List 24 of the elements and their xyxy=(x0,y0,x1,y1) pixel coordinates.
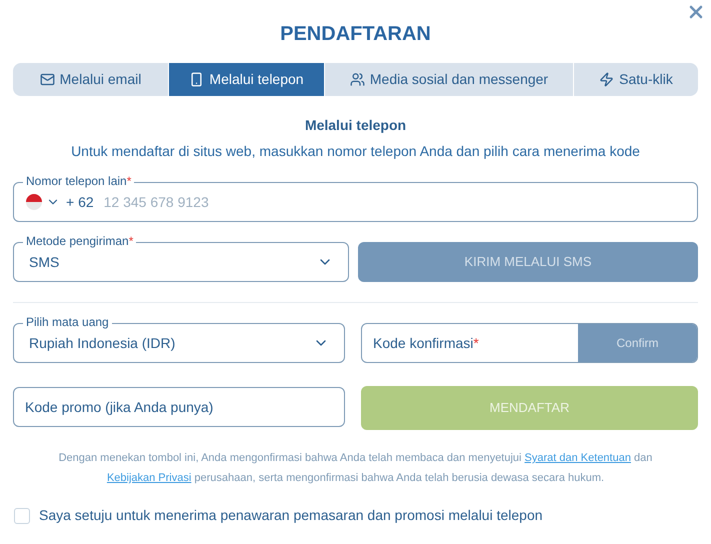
field-label: Pilih mata uang xyxy=(23,314,112,330)
promo-code-field[interactable]: Kode promo (jika Anda punya) xyxy=(13,387,345,427)
tab[interactable]: Melalui telepon xyxy=(169,63,324,96)
lightning-icon xyxy=(599,72,614,87)
flag-icon xyxy=(26,194,42,210)
consent-link[interactable]: Kebijakan Privasi xyxy=(106,472,192,484)
envelope-icon xyxy=(40,72,55,87)
country-code: + 62 xyxy=(66,192,94,212)
phone-icon xyxy=(189,72,204,87)
people-icon xyxy=(350,72,365,87)
consent-link[interactable]: Syarat dan Ketentuan xyxy=(524,452,631,464)
tab[interactable]: Satu-klik xyxy=(574,63,698,96)
tab[interactable]: Media sosial dan messenger xyxy=(325,63,573,96)
section-heading: Melalui telepon xyxy=(304,116,408,135)
checkbox-label: Saya setuju untuk menerima penawaran pemasaran dan promosi melalui telepon xyxy=(39,506,543,525)
tab[interactable]: Melalui email xyxy=(13,63,168,96)
consent-text: Dengan menekan tombol ini, Anda mengonfirmasi bahwa Anda telah membaca dan menyetujui Syarat dan Ketentuan dan Kebijakan Privasi perusahaan, serta mengonfirmasi bahwa Anda telah berusia dewasa secara hukum. xyxy=(58,451,654,486)
field-placeholder: Kode konfirmasi* xyxy=(372,334,480,352)
field-label: Nomor telepon lain* xyxy=(23,173,134,189)
field-label: Metode pengiriman* xyxy=(23,233,136,249)
dialog-title: PENDAFTARAN xyxy=(280,22,431,47)
section-subtitle: Untuk mendaftar di situs web, masukkan nomor telepon Anda dan pilih cara menerima kode xyxy=(70,142,641,161)
phone-input[interactable]: 12 345 678 9123 xyxy=(104,192,685,212)
checkbox[interactable] xyxy=(14,508,30,524)
